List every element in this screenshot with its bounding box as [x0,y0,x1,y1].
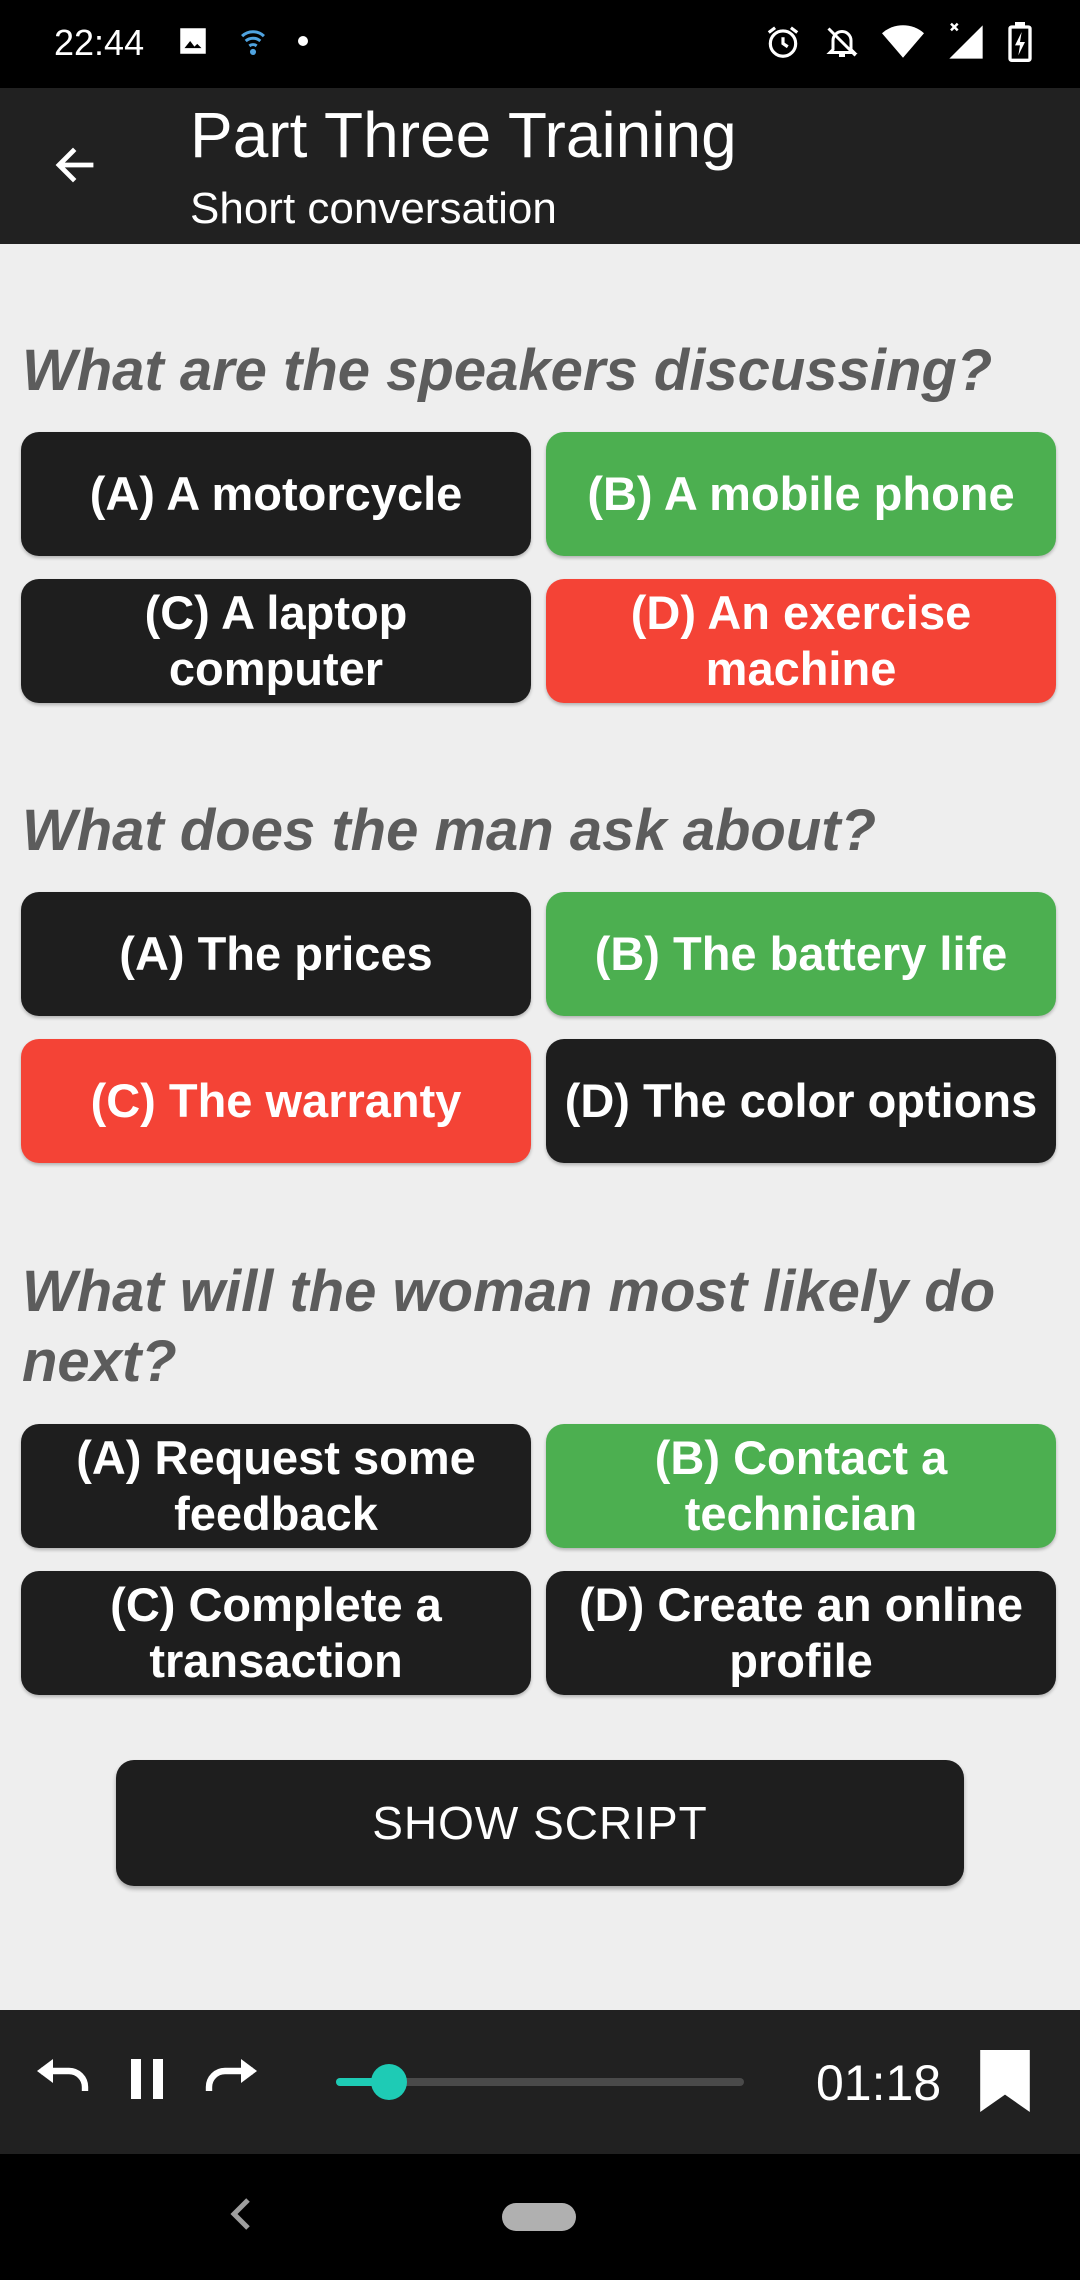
system-nav-bar [0,2154,1080,2280]
image-icon [176,24,210,58]
show-script-button[interactable]: SHOW SCRIPT [116,1760,964,1886]
app-bar: Part Three Training Short conversation [0,88,1080,244]
option-2a-button[interactable]: (A) The prices [21,892,531,1016]
question-3: What will the woman most likely do next? [22,1259,996,1394]
question-2: What does the man ask about? [22,798,876,863]
option-3c-button[interactable]: (C) Complete a transaction [21,1571,531,1695]
time-readout: 01:18 [816,2055,942,2111]
option-2c-button[interactable]: (C) The warranty [21,1039,531,1163]
option-3b-button[interactable]: (B) Contact a technician [546,1424,1056,1548]
option-1b-button[interactable]: (B) A mobile phone [546,432,1056,556]
page-subtitle: Short conversation [190,184,557,233]
audio-player: 01:18 [0,2010,1080,2154]
forward-button[interactable] [196,2046,266,2116]
signal-icon [946,22,986,62]
option-1d-button[interactable]: (D) An exercise machine [546,579,1056,703]
rewind-icon [33,2055,93,2108]
bookmark-icon[interactable] [980,2050,1030,2117]
status-bar: 22:44 [0,0,1080,88]
pause-icon [127,2057,167,2106]
option-1c-button[interactable]: (C) A laptop computer [21,579,531,703]
option-2d-button[interactable]: (D) The color options [546,1039,1056,1163]
forward-icon [201,2055,261,2108]
option-3a-button[interactable]: (A) Request some feedback [21,1424,531,1548]
back-button[interactable] [40,132,110,202]
status-time: 22:44 [54,22,145,63]
dot-icon [296,34,310,48]
progress-thumb[interactable] [371,2064,408,2100]
option-1a-button[interactable]: (A) A motorcycle [21,432,531,556]
option-2b-button[interactable]: (B) The battery life [546,892,1056,1016]
battery-charging-icon [1008,22,1032,62]
pause-button[interactable] [112,2046,182,2116]
option-3d-button[interactable]: (D) Create an online profile [546,1571,1056,1695]
rewind-button[interactable] [28,2046,98,2116]
nav-home-pill[interactable] [502,2203,576,2231]
nav-back-icon[interactable] [226,2194,256,2239]
notifications-off-icon [824,23,860,61]
alarm-icon [764,23,802,61]
arrow-back-icon [51,141,99,194]
progress-slider[interactable] [336,2064,744,2100]
wifi-activity-icon [238,24,268,58]
question-1: What are the speakers discussing? [22,338,993,403]
wifi-icon [882,24,924,60]
page-title: Part Three Training [190,99,737,171]
